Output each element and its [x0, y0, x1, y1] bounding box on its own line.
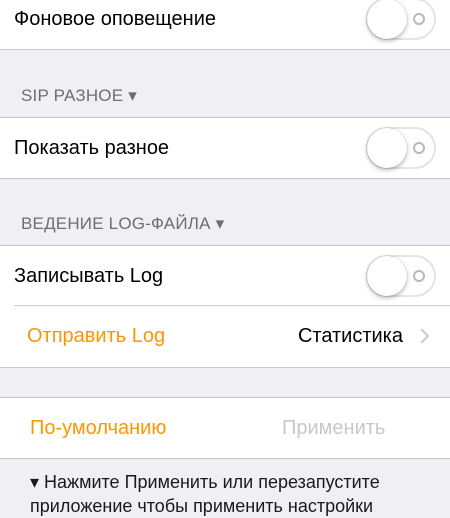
switch-off-indicator-icon — [413, 13, 425, 25]
background-alert-switch[interactable] — [366, 0, 436, 40]
background-alert-row: Фоновое оповещение — [0, 0, 450, 49]
switch-off-indicator-icon — [413, 270, 425, 282]
switch-knob — [367, 128, 407, 168]
background-alert-group: Фоновое оповещение — [0, 0, 450, 50]
send-log-row: Отправить Log Статистика — [0, 306, 450, 366]
actions-group: По-умолчанию Применить — [0, 397, 450, 459]
chevron-right-icon — [421, 329, 429, 343]
statistics-link[interactable]: Статистика — [298, 306, 403, 366]
show-misc-switch[interactable] — [366, 127, 436, 169]
switch-knob — [367, 256, 407, 296]
write-log-row: Записывать Log — [0, 246, 450, 306]
apply-button[interactable]: Применить — [282, 398, 385, 458]
sip-misc-group: Показать разное — [0, 117, 450, 179]
show-misc-row: Показать разное — [0, 118, 450, 178]
write-log-switch[interactable] — [366, 255, 436, 297]
actions-row: По-умолчанию Применить — [0, 398, 450, 458]
sip-misc-section-header[interactable]: SIP РАЗНОЕ ▾ — [21, 86, 137, 106]
switch-off-indicator-icon — [413, 142, 425, 154]
logging-group: Записывать Log Отправить Log Статистика — [0, 245, 450, 368]
defaults-button[interactable]: По-умолчанию — [30, 398, 166, 458]
show-misc-label: Показать разное — [14, 137, 170, 159]
send-log-button[interactable]: Отправить Log — [27, 306, 165, 366]
write-log-label: Записывать Log — [14, 265, 164, 287]
logging-section-header[interactable]: ВЕДЕНИЕ LOG-ФАЙЛА ▾ — [21, 214, 224, 234]
footer-note: ▾ Нажмите Применить или перезапустите пр… — [30, 472, 380, 516]
background-alert-label: Фоновое оповещение — [14, 8, 216, 30]
switch-knob — [367, 0, 407, 39]
